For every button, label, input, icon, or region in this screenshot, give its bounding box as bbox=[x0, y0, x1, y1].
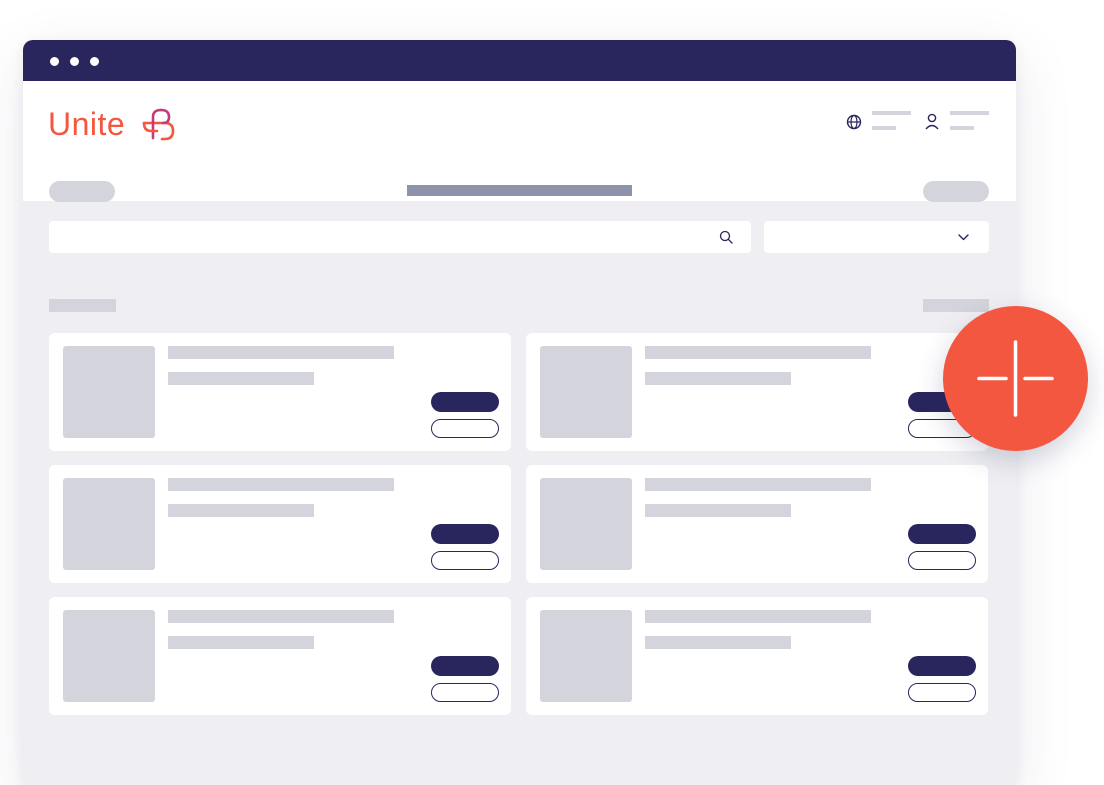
account-sublabel-placeholder bbox=[950, 126, 974, 130]
window-control-dot[interactable] bbox=[70, 57, 79, 66]
result-card[interactable] bbox=[526, 597, 988, 715]
window-titlebar bbox=[23, 40, 1016, 81]
card-subtitle-placeholder bbox=[168, 636, 314, 649]
section-heading-placeholder bbox=[49, 299, 116, 312]
card-primary-button[interactable] bbox=[908, 524, 976, 544]
browser-window: Unite bbox=[23, 40, 1016, 785]
card-title-placeholder bbox=[645, 478, 871, 491]
logo-text[interactable]: Unite bbox=[48, 106, 125, 142]
card-primary-button[interactable] bbox=[431, 392, 499, 412]
globe-icon[interactable] bbox=[846, 114, 862, 130]
card-title-placeholder bbox=[645, 346, 871, 359]
card-subtitle-placeholder bbox=[168, 504, 314, 517]
add-button[interactable] bbox=[943, 306, 1088, 451]
result-card[interactable] bbox=[49, 597, 511, 715]
card-secondary-button[interactable] bbox=[431, 551, 499, 570]
card-thumbnail bbox=[540, 478, 632, 570]
result-card[interactable] bbox=[49, 465, 511, 583]
user-icon[interactable] bbox=[924, 113, 940, 131]
window-control-dot[interactable] bbox=[90, 57, 99, 66]
page-title-placeholder bbox=[407, 185, 632, 196]
card-subtitle-placeholder bbox=[168, 372, 314, 385]
plus-icon bbox=[977, 340, 1054, 417]
result-card[interactable] bbox=[526, 333, 988, 451]
card-primary-button[interactable] bbox=[431, 524, 499, 544]
logo-icon bbox=[142, 108, 175, 141]
card-primary-button[interactable] bbox=[431, 656, 499, 676]
card-subtitle-placeholder bbox=[645, 636, 791, 649]
card-secondary-button[interactable] bbox=[908, 551, 976, 570]
action-button-placeholder[interactable] bbox=[923, 181, 989, 202]
card-secondary-button[interactable] bbox=[908, 683, 976, 702]
card-thumbnail bbox=[540, 346, 632, 438]
site-header bbox=[23, 81, 1016, 201]
card-thumbnail bbox=[63, 610, 155, 702]
language-label-placeholder[interactable] bbox=[872, 111, 911, 115]
card-subtitle-placeholder bbox=[645, 504, 791, 517]
card-subtitle-placeholder bbox=[645, 372, 791, 385]
back-button-placeholder[interactable] bbox=[49, 181, 115, 202]
filter-select[interactable] bbox=[764, 221, 989, 253]
search-icon[interactable] bbox=[719, 230, 734, 245]
card-title-placeholder bbox=[168, 478, 394, 491]
card-thumbnail bbox=[63, 346, 155, 438]
account-label-placeholder[interactable] bbox=[950, 111, 989, 115]
language-sublabel-placeholder bbox=[872, 126, 896, 130]
window-control-dot[interactable] bbox=[50, 57, 59, 66]
card-secondary-button[interactable] bbox=[431, 683, 499, 702]
card-title-placeholder bbox=[645, 610, 871, 623]
card-thumbnail bbox=[540, 610, 632, 702]
card-thumbnail bbox=[63, 478, 155, 570]
card-secondary-button[interactable] bbox=[431, 419, 499, 438]
card-primary-button[interactable] bbox=[908, 656, 976, 676]
card-title-placeholder bbox=[168, 610, 394, 623]
card-title-placeholder bbox=[168, 346, 394, 359]
result-card[interactable] bbox=[49, 333, 511, 451]
chevron-down-icon[interactable] bbox=[957, 233, 970, 242]
search-input[interactable] bbox=[49, 221, 751, 253]
result-card[interactable] bbox=[526, 465, 988, 583]
